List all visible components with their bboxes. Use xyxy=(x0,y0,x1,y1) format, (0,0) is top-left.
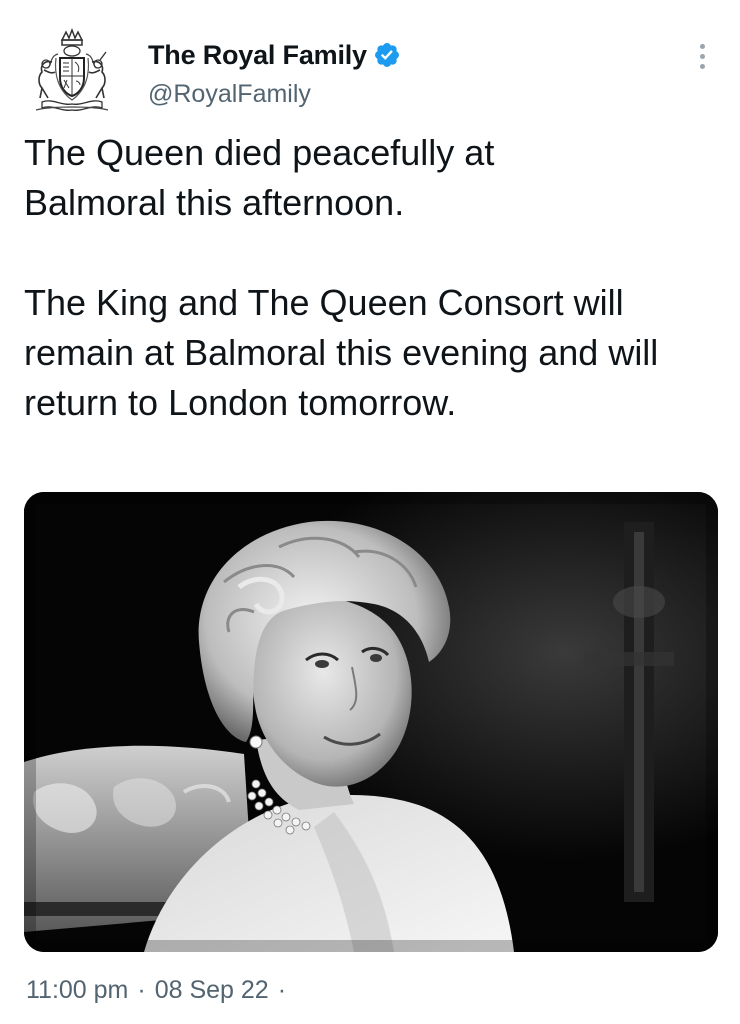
tweet-timestamp[interactable]: 11:00 pm · 08 Sep 22 · xyxy=(26,976,295,1005)
author-handle[interactable]: @RoyalFamily xyxy=(148,80,401,109)
tweet-photo[interactable] xyxy=(24,492,718,952)
meta-separator-trailing: · xyxy=(277,976,287,1004)
tweet-text: The Queen died peacefully at Balmoral th… xyxy=(24,128,724,428)
tweet-time: 11:00 pm xyxy=(26,976,129,1004)
tweet-header: The Royal Family @RoyalFamily xyxy=(148,38,401,109)
tweet-card: The Royal Family @RoyalFamily The Queen … xyxy=(0,0,740,1024)
more-options-icon xyxy=(699,43,705,69)
author-name-row: The Royal Family xyxy=(148,38,401,72)
tweet-paragraph-2: The King and The Queen Consort will rema… xyxy=(24,282,659,423)
tweet-date: 08 Sep 22 xyxy=(154,976,269,1004)
royal-coat-of-arms-icon xyxy=(35,27,109,111)
profile-avatar[interactable] xyxy=(22,26,122,116)
verified-badge-icon xyxy=(374,43,399,67)
more-options-button[interactable] xyxy=(690,38,714,74)
queen-portrait-image xyxy=(24,492,718,952)
author-display-name[interactable]: The Royal Family xyxy=(148,40,367,71)
meta-separator: · xyxy=(137,976,146,1004)
tweet-paragraph-1: The Queen died peacefully at Balmoral th… xyxy=(24,132,495,223)
